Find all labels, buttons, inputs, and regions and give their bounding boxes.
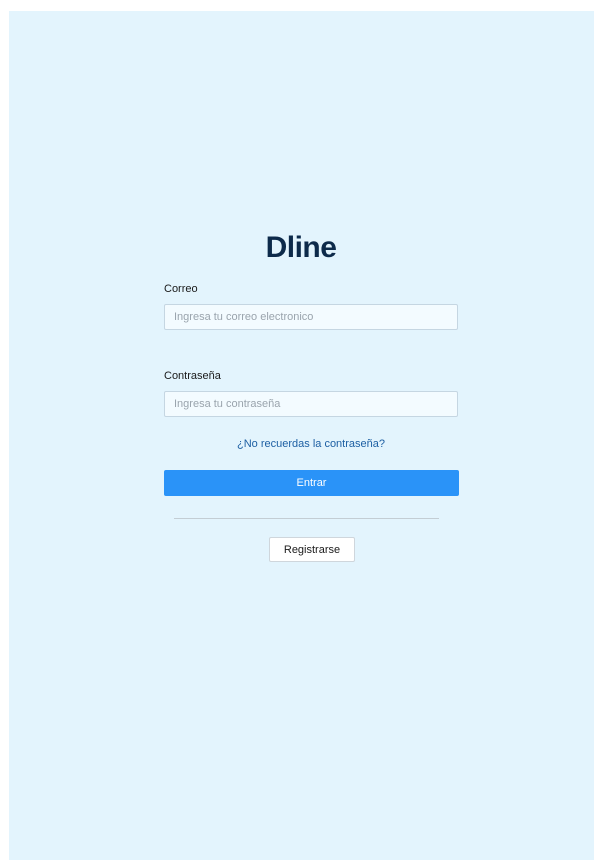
brand-logo: Dline (265, 231, 337, 264)
email-field[interactable] (164, 304, 458, 330)
register-button[interactable]: Registrarse (269, 537, 355, 562)
forgot-password-link[interactable]: ¿No recuerdas la contraseña? (0, 438, 602, 450)
email-label: Correo (164, 283, 198, 295)
login-page (9, 11, 594, 860)
password-field[interactable] (164, 391, 458, 417)
login-button[interactable]: Entrar (164, 470, 459, 496)
divider (174, 518, 439, 519)
password-label: Contraseña (164, 370, 221, 382)
